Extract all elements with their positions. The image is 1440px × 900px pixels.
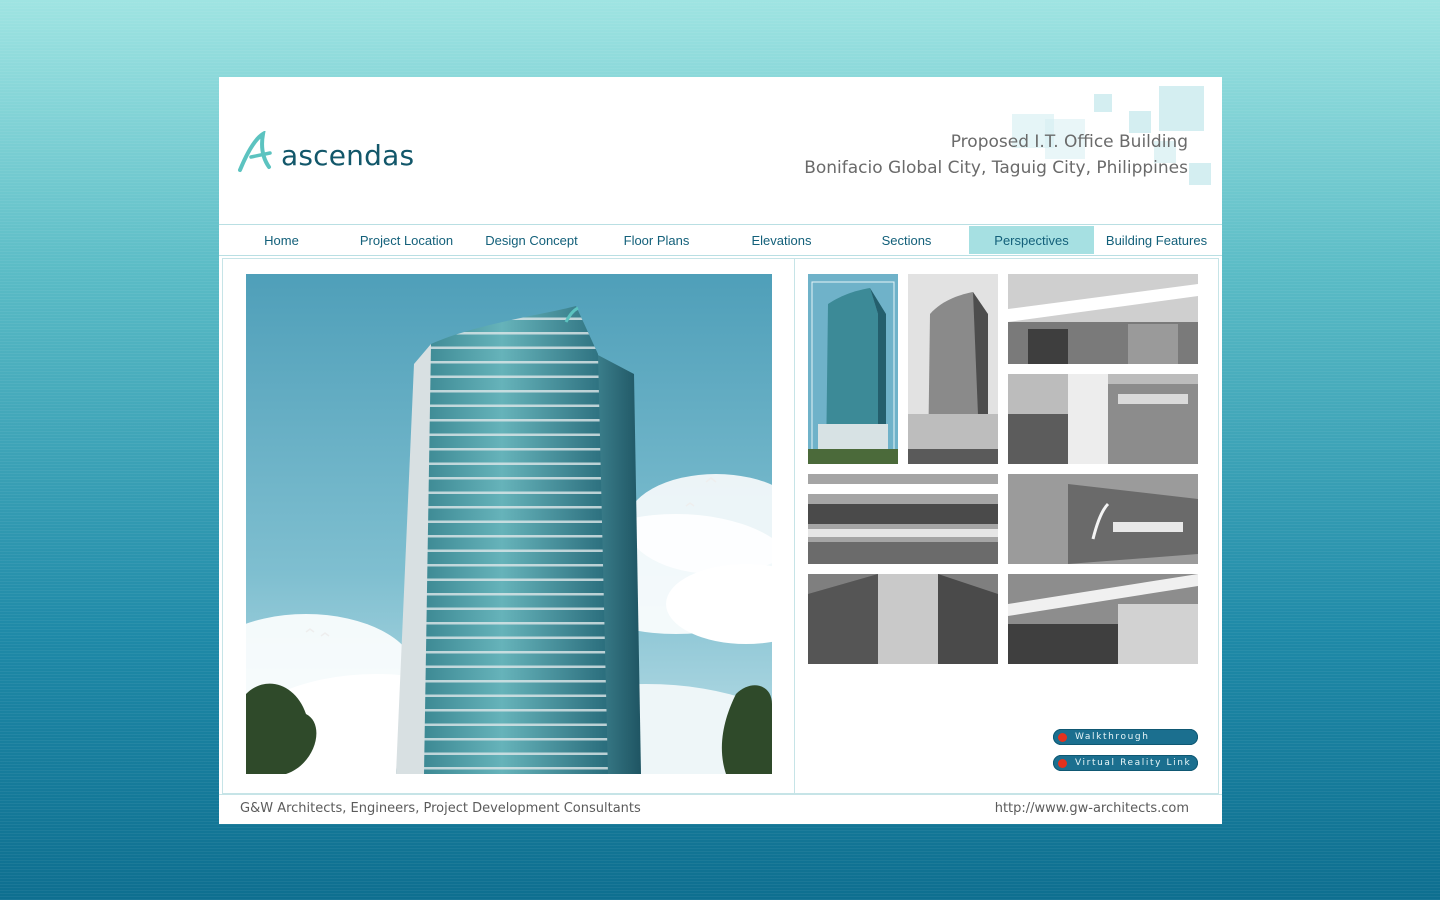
thumbnail-balcony-bw[interactable]	[1008, 574, 1198, 664]
page-panel: ascendas Proposed I.T. Office Building B…	[219, 77, 1222, 824]
nav-home[interactable]: Home	[219, 226, 344, 254]
nav-floor-plans[interactable]: Floor Plans	[594, 226, 719, 254]
brand-logo[interactable]: ascendas	[237, 131, 414, 173]
decor-square	[1189, 163, 1211, 185]
virtual-reality-button[interactable]: Virtual Reality Link	[1053, 755, 1198, 771]
decor-square	[1094, 94, 1112, 112]
nav-perspectives[interactable]: Perspectives	[969, 226, 1094, 254]
footer-company: G&W Architects, Engineers, Project Devel…	[240, 801, 641, 816]
thumbnail-tower-color[interactable]	[808, 274, 898, 464]
thumbnail-canopy-bw[interactable]	[1008, 274, 1198, 364]
nav-elevations[interactable]: Elevations	[719, 226, 844, 254]
decor-square	[1159, 86, 1204, 131]
footer-url-link[interactable]: http://www.gw-architects.com	[995, 801, 1189, 816]
bullet-icon	[1058, 732, 1067, 742]
thumbnail-tower-bw[interactable]	[908, 274, 998, 464]
nav-design-concept[interactable]: Design Concept	[469, 226, 594, 254]
thumbnail-facade-bw[interactable]	[808, 474, 998, 564]
nav-project-location[interactable]: Project Location	[344, 226, 469, 254]
project-title: Proposed I.T. Office Building Bonifacio …	[804, 129, 1188, 181]
brand-name: ascendas	[281, 138, 415, 172]
thumbnail-signage-bw[interactable]	[1008, 474, 1198, 564]
bullet-icon	[1058, 758, 1067, 768]
virtual-reality-label: Virtual Reality Link	[1075, 758, 1192, 768]
ascendas-logo-icon	[238, 131, 272, 172]
walkthrough-button[interactable]: Walkthrough	[1053, 729, 1198, 745]
project-title-line2: Bonifacio Global City, Taguig City, Phil…	[804, 158, 1188, 178]
footer-divider	[219, 794, 1222, 795]
nav-sections[interactable]: Sections	[844, 226, 969, 254]
main-nav: Home Project Location Design Concept Flo…	[219, 224, 1222, 256]
thumbnail-entrance-bw[interactable]	[1008, 374, 1198, 464]
project-title-line1: Proposed I.T. Office Building	[950, 132, 1188, 152]
tower-perspective-image	[246, 274, 772, 774]
thumbnail-corner-bw[interactable]	[808, 574, 998, 664]
nav-building-features[interactable]: Building Features	[1094, 226, 1219, 254]
walkthrough-label: Walkthrough	[1075, 732, 1150, 742]
